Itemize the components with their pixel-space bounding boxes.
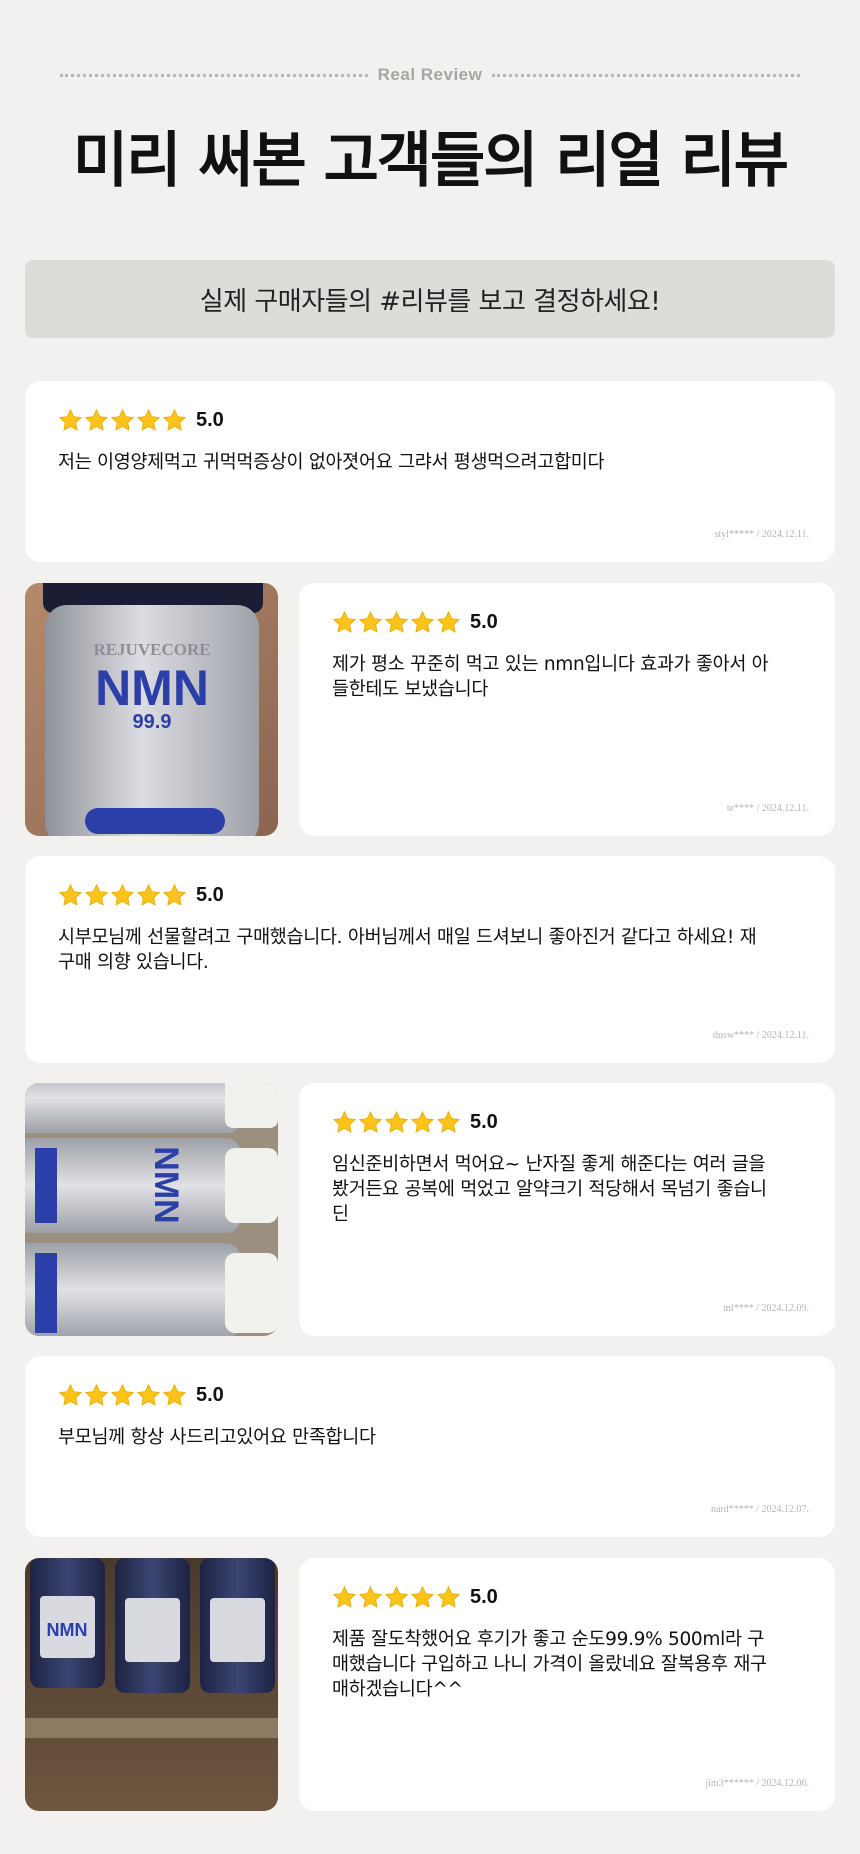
photo-product-name: NMN: [47, 1620, 88, 1640]
star-rating: [58, 883, 187, 908]
star-icon: [110, 883, 135, 908]
star-icon: [136, 1383, 161, 1408]
rating: 5.0: [332, 610, 498, 635]
review-photo[interactable]: NMN: [25, 1558, 278, 1811]
eyebrow-label: Real Review: [377, 65, 483, 84]
review-card: 5.0 시부모님께 선물할려고 구매했습니다. 아버님께서 매일 드셔보니 좋아…: [25, 856, 835, 1063]
review-author-date: styl***** / 2024.12.11.: [714, 529, 809, 540]
star-icon: [162, 1383, 187, 1408]
star-icon: [410, 1110, 435, 1135]
rating: 5.0: [58, 883, 224, 908]
star-icon: [332, 610, 357, 635]
review-author-date: dusw**** / 2024.12.11.: [712, 1030, 809, 1041]
rating-score: 5.0: [196, 1384, 224, 1406]
star-rating: [332, 610, 461, 635]
star-icon: [110, 408, 135, 433]
review-author-date: jim3****** / 2024.12.06.: [705, 1778, 809, 1789]
star-icon: [58, 883, 83, 908]
star-icon: [436, 610, 461, 635]
star-icon: [84, 883, 109, 908]
photo-purity: 99.9: [133, 711, 172, 733]
page-title: 미리 써본 고객들의 리얼 리뷰: [73, 126, 789, 196]
star-rating: [332, 1585, 461, 1610]
review-text: 제가 평소 꾸준히 먹고 있는 nmn입니다 효과가 좋아서 아 들한테도 보냈…: [332, 654, 769, 700]
review-text: 부모님께 항상 사드리고있어요 만족합니다: [58, 1427, 376, 1448]
dotted-divider-right: [492, 73, 801, 77]
star-icon: [162, 883, 187, 908]
star-icon: [332, 1110, 357, 1135]
review-photo[interactable]: NMN: [25, 1083, 278, 1336]
rating: 5.0: [58, 408, 224, 433]
photo-brand: REJUVECORE: [93, 640, 210, 659]
rating-score: 5.0: [470, 1111, 498, 1133]
star-icon: [162, 408, 187, 433]
review-card: 5.0 제가 평소 꾸준히 먹고 있는 nmn입니다 효과가 좋아서 아 들한테…: [299, 583, 835, 836]
star-icon: [136, 408, 161, 433]
review-text: 저는 이영양제먹고 귀먹먹증상이 없아졋어요 그랴서 평생먹으려고합미다: [58, 452, 605, 473]
star-icon: [110, 1383, 135, 1408]
review-card: 5.0 부모님께 항상 사드리고있어요 만족합니다 nard***** / 20…: [25, 1356, 835, 1537]
review-banner: 실제 구매자들의 #리뷰를 보고 결정하세요!: [25, 260, 835, 338]
star-icon: [332, 1585, 357, 1610]
review-author-date: ml**** / 2024.12.09.: [723, 1303, 809, 1314]
star-icon: [384, 610, 409, 635]
star-icon: [84, 1383, 109, 1408]
review-author-date: nard***** / 2024.12.07.: [710, 1504, 809, 1515]
rating-score: 5.0: [196, 884, 224, 906]
star-icon: [136, 883, 161, 908]
photo-product-name: NMN: [95, 660, 209, 716]
review-card: 5.0 저는 이영양제먹고 귀먹먹증상이 없아졋어요 그랴서 평생먹으려고합미다…: [25, 381, 835, 562]
rating-score: 5.0: [470, 1586, 498, 1608]
star-rating: [58, 408, 187, 433]
star-icon: [358, 1110, 383, 1135]
star-icon: [84, 408, 109, 433]
star-icon: [384, 1585, 409, 1610]
rating: 5.0: [58, 1383, 224, 1408]
star-icon: [58, 408, 83, 433]
review-card: 5.0 임신준비하면서 먹어요~ 난자질 좋게 해준다는 여러 글을 봤거든요 …: [299, 1083, 835, 1336]
review-photo[interactable]: REJUVECORE NMN 99.9: [25, 583, 278, 836]
star-icon: [436, 1585, 461, 1610]
review-card: 5.0 제품 잘도착했어요 후기가 좋고 순도99.9% 500ml라 구 매했…: [299, 1558, 835, 1811]
star-rating: [332, 1110, 461, 1135]
photo-product-name: NMN: [147, 1146, 185, 1223]
star-icon: [410, 1585, 435, 1610]
review-text: 제품 잘도착했어요 후기가 좋고 순도99.9% 500ml라 구 매했습니다 …: [332, 1629, 767, 1700]
review-text: 임신준비하면서 먹어요~ 난자질 좋게 해준다는 여러 글을 봤거든요 공복에 …: [332, 1154, 767, 1225]
review-text: 시부모님께 선물할려고 구매했습니다. 아버님께서 매일 드셔보니 좋아진거 같…: [58, 927, 757, 973]
star-icon: [384, 1110, 409, 1135]
section-eyebrow: Real Review: [60, 64, 801, 86]
review-author-date: te**** / 2024.12.11.: [726, 803, 809, 814]
dotted-divider-left: [60, 73, 368, 77]
rating-score: 5.0: [470, 611, 498, 633]
star-rating: [58, 1383, 187, 1408]
rating: 5.0: [332, 1110, 498, 1135]
rating: 5.0: [332, 1585, 498, 1610]
star-icon: [58, 1383, 83, 1408]
star-icon: [436, 1110, 461, 1135]
star-icon: [358, 1585, 383, 1610]
rating-score: 5.0: [196, 409, 224, 431]
star-icon: [358, 610, 383, 635]
star-icon: [410, 610, 435, 635]
